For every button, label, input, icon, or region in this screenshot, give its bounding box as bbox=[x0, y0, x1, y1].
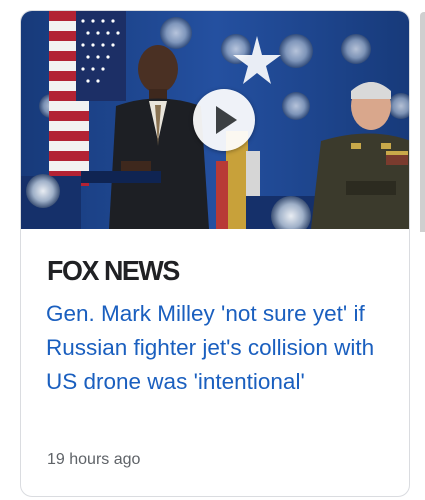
next-card-edge[interactable] bbox=[420, 12, 425, 232]
timestamp: 19 hours ago bbox=[47, 451, 141, 468]
publisher-name: FOX NEWS bbox=[47, 255, 180, 286]
video-thumbnail[interactable] bbox=[21, 11, 409, 229]
play-icon bbox=[216, 106, 237, 134]
play-button[interactable] bbox=[193, 89, 255, 151]
headline-link[interactable]: Gen. Mark Milley 'not sure yet' if Russi… bbox=[46, 297, 401, 399]
news-card[interactable]: FOX NEWS Gen. Mark Milley 'not sure yet'… bbox=[20, 10, 410, 497]
